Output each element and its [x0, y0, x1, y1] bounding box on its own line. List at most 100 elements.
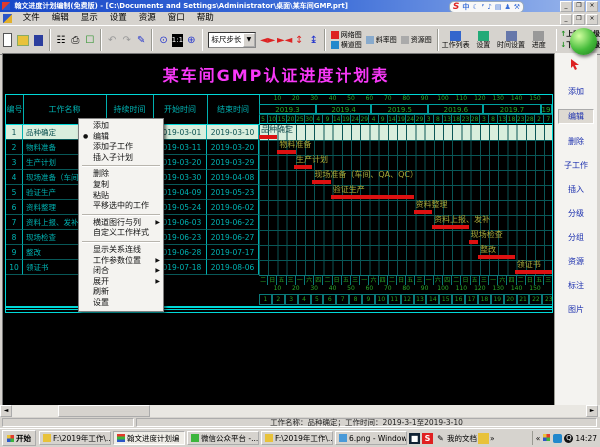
context-menu-item-16[interactable]: 展开▶: [79, 277, 163, 288]
gantt-row[interactable]: 现场准备（车间、QA、QC）: [259, 170, 552, 186]
sidebar-button-9[interactable]: 图片: [559, 303, 593, 316]
tray-chevron[interactable]: «: [536, 434, 541, 443]
context-menu-item-8[interactable]: 平移选中的工作: [79, 201, 163, 212]
task-cell[interactable]: 2019-07-17: [207, 245, 259, 260]
menu-4[interactable]: 资源: [133, 12, 162, 25]
context-menu-item-13[interactable]: 显示关系连线: [79, 245, 163, 256]
task-cell[interactable]: 8: [6, 230, 23, 245]
task-cell[interactable]: 2019-04-08: [207, 170, 259, 185]
task-list-button[interactable]: 工作列表: [442, 31, 470, 50]
menu-2[interactable]: 显示: [75, 12, 104, 25]
gantt-row[interactable]: 领证书: [259, 260, 552, 276]
gantt-bar[interactable]: [414, 210, 432, 214]
task-cell[interactable]: 5: [6, 185, 23, 200]
mic-icon[interactable]: ♪: [487, 3, 491, 12]
context-menu-item-3[interactable]: 插入子计划: [79, 153, 163, 164]
quick-launch-chevron[interactable]: »: [490, 434, 495, 443]
zoom-in-icon[interactable]: ⊕: [185, 32, 198, 49]
ruler-step-dropdown[interactable]: 标尺步长 ▼: [208, 32, 256, 48]
child-close-button[interactable]: ×: [586, 14, 598, 25]
windows-update-icon[interactable]: [542, 434, 551, 443]
sidebar-button-0[interactable]: 添加: [559, 85, 593, 98]
resource-view-button[interactable]: 资源图: [399, 35, 434, 45]
save-icon[interactable]: [34, 35, 43, 46]
network-view-button[interactable]: 网络图: [329, 30, 364, 40]
progress-button[interactable]: 进度: [525, 31, 552, 50]
task-cell[interactable]: 2019-08-06: [207, 260, 259, 275]
taskbar-item-3[interactable]: F:\2019年工作\...: [261, 431, 333, 445]
child-minimize-button[interactable]: _: [560, 14, 572, 25]
taskbar-item-2[interactable]: 微信公众平台 -...: [187, 431, 259, 445]
notes-icon[interactable]: [478, 433, 489, 444]
gantt-bar[interactable]: [259, 135, 277, 139]
taskbar-item-0[interactable]: F:\2019年工作\...: [39, 431, 111, 445]
task-cell[interactable]: 2: [6, 140, 23, 155]
menu-1[interactable]: 编辑: [46, 12, 75, 25]
row-height-down-icon[interactable]: ↨: [307, 32, 320, 49]
gantt-row[interactable]: 物料准备: [259, 140, 552, 156]
pen-icon[interactable]: ✎: [435, 433, 446, 444]
task-cell[interactable]: 2019-06-02: [207, 200, 259, 215]
gantt-bar[interactable]: [277, 150, 295, 154]
sogou-s-icon[interactable]: S: [453, 3, 459, 12]
close-button[interactable]: ×: [586, 1, 598, 12]
restore-button[interactable]: ❐: [573, 1, 585, 12]
child-restore-button[interactable]: ❐: [573, 14, 585, 25]
zoom-out-icon[interactable]: ⊙: [157, 32, 170, 49]
sidebar-button-5[interactable]: 分级: [559, 207, 593, 220]
gantt-row[interactable]: 生产计划: [259, 155, 552, 171]
gantt-view-button[interactable]: 横道图: [329, 40, 364, 50]
terminal-icon[interactable]: ■: [409, 433, 420, 444]
dropdown-arrow-icon[interactable]: ▼: [243, 33, 255, 47]
task-cell[interactable]: 9: [6, 245, 23, 260]
task-cell[interactable]: 7: [6, 215, 23, 230]
wrench-icon[interactable]: ⚒: [514, 3, 520, 12]
context-menu-item-2[interactable]: 添加子工作: [79, 142, 163, 153]
task-cell[interactable]: 2019-06-27: [207, 230, 259, 245]
slope-view-button[interactable]: 斜率图: [364, 35, 399, 45]
context-menu-item-17[interactable]: 刷新: [79, 287, 163, 298]
print-icon[interactable]: ⎙: [69, 32, 82, 49]
gantt-row[interactable]: 资料整理: [259, 200, 552, 216]
gantt-bar[interactable]: [432, 225, 469, 229]
task-cell[interactable]: 10: [6, 260, 23, 275]
quote-icon[interactable]: ’: [482, 3, 485, 12]
undo-icon[interactable]: ↶: [106, 32, 119, 49]
sidebar-button-4[interactable]: 插入: [559, 183, 593, 196]
task-cell[interactable]: 4: [6, 170, 23, 185]
sidebar-button-3[interactable]: 子工作: [559, 159, 593, 172]
context-menu-item-5[interactable]: 删除: [79, 169, 163, 180]
gantt-bar[interactable]: [469, 240, 478, 244]
context-menu-item-7[interactable]: 粘贴: [79, 191, 163, 202]
task-cell[interactable]: 1: [6, 125, 23, 140]
menu-3[interactable]: 设置: [104, 12, 133, 25]
gantt-row[interactable]: 资料上报、发补: [259, 215, 552, 231]
context-menu-item-10[interactable]: 横道图行与列▶: [79, 218, 163, 229]
expand-scale-icon[interactable]: ◄►: [259, 32, 274, 49]
minimize-button[interactable]: _: [560, 1, 572, 12]
volume-icon[interactable]: [553, 434, 562, 443]
context-menu-item-1[interactable]: 编辑●: [79, 132, 163, 143]
qq-penguin-icon[interactable]: Q: [564, 434, 573, 443]
my-documents-shortcut[interactable]: 我的文档: [447, 433, 477, 444]
taskbar-item-1[interactable]: 翰文进度计划编: [113, 431, 185, 445]
task-cell[interactable]: 3: [6, 155, 23, 170]
gantt-row[interactable]: 整改: [259, 245, 552, 261]
redo-icon[interactable]: ↷: [120, 32, 133, 49]
new-file-icon[interactable]: [3, 33, 12, 47]
floating-assistant-ball[interactable]: [570, 28, 597, 55]
open-file-icon[interactable]: [17, 35, 29, 46]
sidebar-button-2[interactable]: 删除: [559, 135, 593, 148]
task-cell[interactable]: 2019-06-22: [207, 215, 259, 230]
gantt-bar[interactable]: [312, 180, 330, 184]
sogou-icon[interactable]: S: [422, 433, 433, 444]
gantt-row[interactable]: 现场检查: [259, 230, 552, 246]
gantt-bar[interactable]: [294, 165, 312, 169]
chinese-mode-icon[interactable]: 中: [462, 3, 469, 12]
print-preview-icon[interactable]: ☷: [55, 32, 68, 49]
keyboard-icon[interactable]: ▤: [495, 3, 502, 12]
context-menu-item-15[interactable]: 闭合▶: [79, 266, 163, 277]
context-menu-item-18[interactable]: 设置: [79, 298, 163, 309]
gantt-bar[interactable]: [478, 255, 515, 259]
sidebar-button-7[interactable]: 资源: [559, 255, 593, 268]
